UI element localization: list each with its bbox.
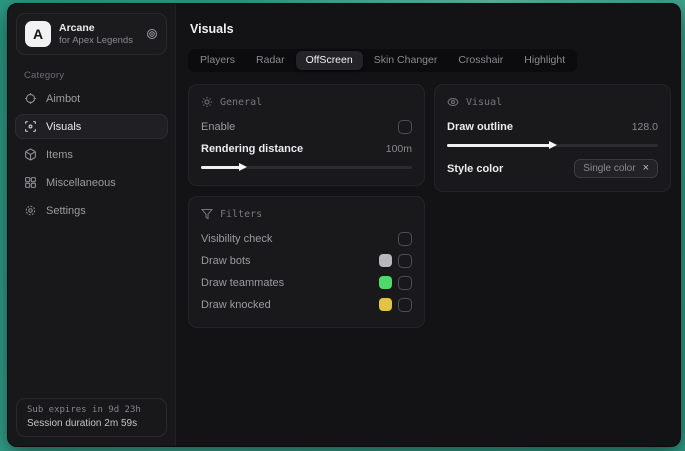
page-title: Visuals <box>190 22 234 36</box>
draw-outline-slider[interactable] <box>447 140 658 151</box>
tab-skin-changer[interactable]: Skin Changer <box>364 51 448 70</box>
sidebar-item-settings[interactable]: Settings <box>15 198 168 223</box>
draw-teammates-row: Draw teammates <box>201 272 412 293</box>
app-logo: A <box>25 21 51 47</box>
category-label: Category <box>24 70 65 81</box>
sidebar-item-miscellaneous[interactable]: Miscellaneous <box>15 170 168 195</box>
target-icon[interactable] <box>146 28 158 40</box>
sidebar-item-label: Items <box>46 148 73 161</box>
enable-row: Enable <box>201 116 412 137</box>
slider-thumb-arrow-icon[interactable] <box>239 163 248 171</box>
visuals-tab-bar: Players Radar OffScreen Skin Changer Cro… <box>188 49 578 72</box>
sidebar-item-label: Settings <box>46 204 86 217</box>
draw-bots-checkbox[interactable] <box>398 253 412 268</box>
rendering-distance-value: 100m <box>385 142 412 155</box>
close-icon[interactable]: × <box>643 163 649 174</box>
visibility-check-row: Visibility check <box>201 228 412 249</box>
main-panel: Visuals Players Radar OffScreen Skin Cha… <box>176 4 680 446</box>
scan-eye-icon <box>24 120 37 133</box>
sidebar-item-aimbot[interactable]: Aimbot <box>15 86 168 111</box>
draw-outline-value: 128.0 <box>631 120 658 133</box>
visibility-check-label: Visibility check <box>201 232 273 245</box>
enable-checkbox[interactable] <box>398 119 412 134</box>
draw-knocked-label: Draw knocked <box>201 298 271 311</box>
visual-card-title: Visual <box>466 96 503 108</box>
app-title: Arcane <box>59 21 95 34</box>
enable-label: Enable <box>201 120 236 133</box>
tab-highlight[interactable]: Highlight <box>514 51 575 70</box>
eye-icon <box>447 96 459 108</box>
draw-knocked-color-swatch[interactable] <box>379 298 392 311</box>
crosshair-icon <box>24 92 37 105</box>
style-color-tag[interactable]: Single color × <box>574 159 658 178</box>
sidebar-item-label: Miscellaneous <box>46 176 116 189</box>
draw-bots-color-swatch[interactable] <box>379 254 392 267</box>
sidebar-item-items[interactable]: Items <box>15 142 168 167</box>
tab-radar[interactable]: Radar <box>246 51 295 70</box>
app-window: A Arcane for Apex Legends Category Aimbo… <box>7 3 681 447</box>
draw-bots-row: Draw bots <box>201 250 412 271</box>
general-card: General Enable Rendering distance 100m <box>188 84 425 186</box>
tab-offscreen[interactable]: OffScreen <box>295 51 363 70</box>
filters-card: Filters Visibility check Draw bots Draw … <box>188 196 425 328</box>
funnel-icon <box>201 208 213 220</box>
app-header-card: A Arcane for Apex Legends <box>16 13 167 55</box>
sub-expires-text: Sub expires in 9d 23h <box>27 405 141 415</box>
draw-outline-label: Draw outline <box>447 120 514 133</box>
gear-icon <box>24 204 37 217</box>
draw-teammates-label: Draw teammates <box>201 276 285 289</box>
package-icon <box>24 148 37 161</box>
style-color-tag-label: Single color <box>583 163 636 174</box>
sidebar: A Arcane for Apex Legends Category Aimbo… <box>8 4 176 446</box>
sidebar-item-visuals[interactable]: Visuals <box>15 114 168 139</box>
rendering-distance-label: Rendering distance <box>201 142 304 155</box>
sun-icon <box>201 96 213 108</box>
draw-teammates-checkbox[interactable] <box>398 275 412 290</box>
session-duration-text: Session duration 2m 59s <box>27 418 138 429</box>
grid-icon <box>24 176 37 189</box>
style-color-row: Style color Single color × <box>447 158 658 179</box>
sidebar-item-label: Visuals <box>46 120 82 133</box>
tab-crosshair[interactable]: Crosshair <box>448 51 513 70</box>
filters-card-title: Filters <box>220 208 263 220</box>
slider-thumb-arrow-icon[interactable] <box>548 141 557 149</box>
style-color-label: Style color <box>447 162 504 175</box>
draw-knocked-row: Draw knocked <box>201 294 412 315</box>
subscription-info-card: Sub expires in 9d 23h Session duration 2… <box>16 398 167 437</box>
draw-bots-label: Draw bots <box>201 254 251 267</box>
tab-players[interactable]: Players <box>190 51 245 70</box>
sidebar-item-label: Aimbot <box>46 92 81 105</box>
slider-fill <box>201 166 244 169</box>
app-subtitle: for Apex Legends <box>59 34 133 46</box>
slider-fill <box>447 144 553 147</box>
draw-teammates-color-swatch[interactable] <box>379 276 392 289</box>
sidebar-nav: Aimbot Visuals Items Miscellaneous Setti… <box>8 86 175 223</box>
rendering-distance-slider[interactable] <box>201 162 412 173</box>
draw-outline-row: Draw outline 128.0 <box>447 116 658 137</box>
visibility-check-checkbox[interactable] <box>398 231 412 246</box>
visual-card: Visual Draw outline 128.0 Style color Si… <box>434 84 671 192</box>
general-card-title: General <box>220 96 263 108</box>
rendering-distance-row: Rendering distance 100m <box>201 138 412 159</box>
draw-knocked-checkbox[interactable] <box>398 297 412 312</box>
desktop-background: A Arcane for Apex Legends Category Aimbo… <box>0 0 685 451</box>
